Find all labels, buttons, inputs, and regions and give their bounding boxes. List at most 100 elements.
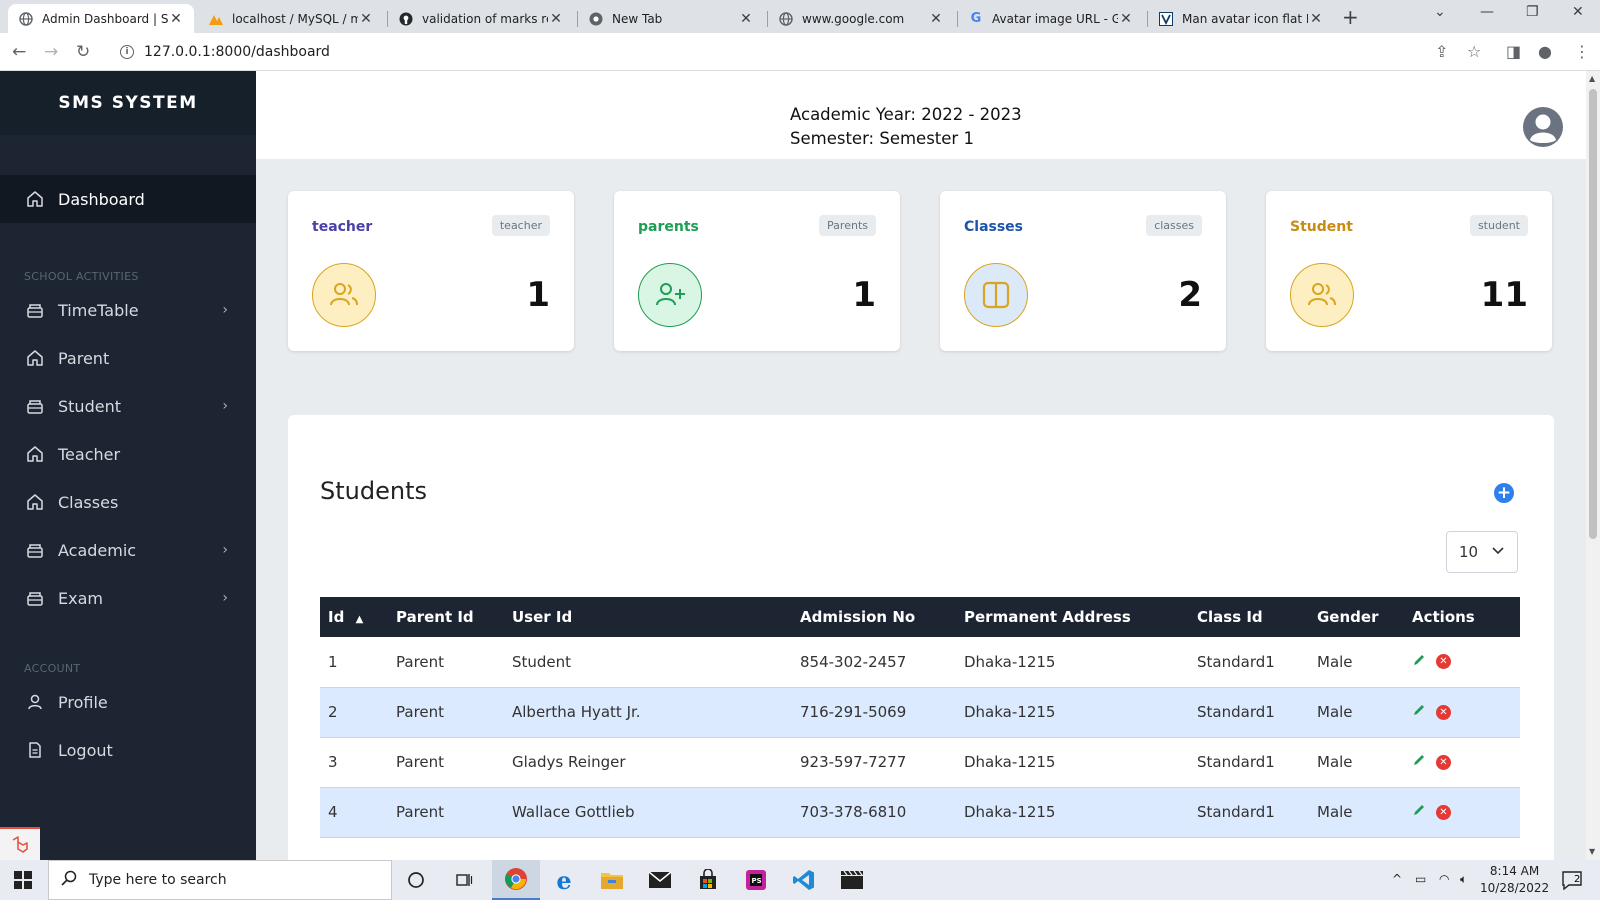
restore-icon[interactable]: ❐ — [1526, 4, 1539, 20]
column-header-id[interactable]: Id ▲ — [320, 597, 388, 637]
delete-icon[interactable]: ✕ — [1436, 654, 1451, 670]
close-icon[interactable]: ✕ — [548, 11, 564, 27]
vscode-icon[interactable] — [780, 860, 828, 900]
close-icon[interactable]: ✕ — [738, 11, 754, 27]
task-view-icon[interactable] — [440, 860, 488, 900]
phpstorm-icon[interactable]: PS — [732, 860, 780, 900]
cell-actions: ✕ — [1404, 737, 1520, 788]
close-icon[interactable]: ✕ — [1118, 11, 1134, 27]
users-icon — [312, 263, 376, 327]
edit-pencil-icon[interactable] — [1412, 803, 1426, 821]
sidebar-item-teacher[interactable]: Teacher — [0, 430, 256, 478]
edge-taskbar-icon[interactable]: e — [540, 860, 588, 900]
cell-parent-id: Parent — [388, 687, 504, 738]
notification-icon[interactable]: 2 — [1552, 860, 1592, 900]
avatar[interactable] — [1522, 106, 1564, 148]
mail-icon[interactable] — [636, 860, 684, 900]
taskbar-search-input[interactable]: Type here to search — [48, 860, 392, 900]
card-badge: student — [1469, 215, 1528, 236]
sidebar-item-parent[interactable]: Parent — [0, 334, 256, 382]
sidebar-item-label: Student — [58, 396, 121, 416]
browser-tab-phpmyadmin[interactable]: localhost / MySQL / my ✕ — [198, 4, 384, 33]
column-header-parent-id[interactable]: Parent Id — [388, 597, 504, 637]
scrollbar-thumb[interactable] — [1589, 89, 1597, 539]
search-placeholder: Type here to search — [89, 872, 227, 888]
sidebar-item-exam[interactable]: Exam › — [0, 574, 256, 622]
microsoft-store-icon[interactable] — [684, 860, 732, 900]
cortana-icon[interactable] — [392, 860, 440, 900]
browser-tab-avatar-search[interactable]: G Avatar image URL - Goo ✕ — [958, 4, 1144, 33]
laravel-debug-icon[interactable] — [0, 827, 40, 860]
browser-tab-github[interactable]: validation of marks rem ✕ — [388, 4, 574, 33]
forward-icon[interactable]: → — [44, 42, 58, 62]
sidebar-item-label: Dashboard — [58, 189, 145, 209]
profile-icon[interactable]: ● — [1538, 42, 1552, 61]
table-row: 2 Parent Albertha Hyatt Jr. 716-291-5069… — [320, 687, 1520, 738]
edit-pencil-icon[interactable] — [1412, 653, 1426, 671]
minimize-icon[interactable]: — — [1480, 4, 1494, 20]
cell-id: 1 — [320, 637, 388, 688]
sidebar-item-profile[interactable]: Profile — [0, 678, 256, 726]
back-icon[interactable]: ← — [12, 42, 26, 62]
close-icon[interactable]: ✕ — [358, 11, 374, 27]
sidebar-item-student[interactable]: Student › — [0, 382, 256, 430]
wifi-icon[interactable]: ◠ — [1439, 872, 1449, 886]
browser-tab-avatar-icon[interactable]: Man avatar icon flat Ro ✕ — [1148, 4, 1334, 33]
browser-tab-google[interactable]: www.google.com ✕ — [768, 4, 954, 33]
scroll-up-icon[interactable]: ▲ — [1589, 74, 1595, 83]
browser-menu-icon[interactable]: ⋮ — [1574, 42, 1590, 61]
windows-start-icon[interactable] — [14, 871, 32, 893]
windows-taskbar: Type here to search e PS ^ ▭ ◠ 🔈︎ 8:14 A… — [0, 860, 1600, 900]
sidebar-item-classes[interactable]: Classes — [0, 478, 256, 526]
per-page-select[interactable]: 10 — [1446, 531, 1518, 573]
edit-pencil-icon[interactable] — [1412, 753, 1426, 771]
stat-card-classes[interactable]: Classes classes 2 — [940, 191, 1226, 351]
tab-search-icon[interactable]: ⌄ — [1434, 4, 1446, 20]
add-student-button[interactable]: + — [1494, 483, 1514, 503]
edit-pencil-icon[interactable] — [1412, 703, 1426, 721]
side-panel-icon[interactable]: ◨ — [1506, 42, 1521, 61]
delete-icon[interactable]: ✕ — [1436, 804, 1451, 820]
file-explorer-icon[interactable] — [588, 860, 636, 900]
cell-parent-id: Parent — [388, 737, 504, 788]
tab-title: Man avatar icon flat Ro — [1182, 11, 1308, 26]
close-icon[interactable]: ✕ — [1308, 11, 1324, 27]
address-bar[interactable]: i 127.0.0.1:8000/dashboard — [112, 37, 1412, 67]
sidebar-item-logout[interactable]: Logout — [0, 726, 256, 774]
column-header-user-id[interactable]: User Id — [504, 597, 792, 637]
page-scrollbar[interactable]: ▲ ▼ — [1586, 71, 1600, 860]
sidebar-item-timetable[interactable]: TimeTable › — [0, 286, 256, 334]
close-icon[interactable]: ✕ — [168, 11, 184, 27]
delete-icon[interactable]: ✕ — [1436, 704, 1451, 720]
video-editor-icon[interactable] — [828, 860, 876, 900]
column-header-permanent-address[interactable]: Permanent Address — [956, 597, 1189, 637]
reload-icon[interactable]: ↻ — [76, 42, 90, 62]
column-header-gender[interactable]: Gender — [1309, 597, 1404, 637]
new-tab-button[interactable]: + — [1342, 7, 1359, 27]
taskbar-clock[interactable]: 8:14 AM 10/28/2022 — [1480, 863, 1549, 897]
sidebar-item-academic[interactable]: Academic › — [0, 526, 256, 574]
delete-icon[interactable]: ✕ — [1436, 754, 1451, 770]
chevron-down-icon — [1491, 543, 1505, 561]
browser-tab-new-tab[interactable]: New Tab ✕ — [578, 4, 764, 33]
bookmark-star-icon[interactable]: ☆ — [1467, 42, 1481, 61]
volume-icon[interactable]: 🔈︎ — [1460, 872, 1467, 887]
column-header-class-id[interactable]: Class Id — [1189, 597, 1309, 637]
stat-card-student[interactable]: Student student 11 — [1266, 191, 1552, 351]
column-header-admission-no[interactable]: Admission No — [792, 597, 956, 637]
browser-tab-admin-dashboard[interactable]: Admin Dashboard | Sch ✕ — [8, 4, 194, 33]
semester: Semester: Semester 1 — [790, 129, 974, 148]
stat-card-teacher[interactable]: teacher teacher 1 — [288, 191, 574, 351]
share-icon[interactable]: ⇪ — [1435, 42, 1448, 61]
tray-chevron-up-icon[interactable]: ^ — [1392, 872, 1402, 886]
battery-icon[interactable]: ▭ — [1415, 872, 1426, 886]
close-icon[interactable]: ✕ — [928, 11, 944, 27]
stat-card-parents[interactable]: parents Parents 1 — [614, 191, 900, 351]
sidebar-item-dashboard[interactable]: Dashboard — [0, 175, 256, 223]
brand-logo[interactable]: SMS SYSTEM — [0, 71, 256, 135]
cell-address: Dhaka-1215 — [956, 737, 1189, 788]
site-info-icon[interactable]: i — [120, 45, 134, 59]
window-close-icon[interactable]: ✕ — [1572, 4, 1584, 20]
scroll-down-icon[interactable]: ▼ — [1589, 847, 1595, 856]
chrome-taskbar-icon[interactable] — [492, 860, 540, 900]
